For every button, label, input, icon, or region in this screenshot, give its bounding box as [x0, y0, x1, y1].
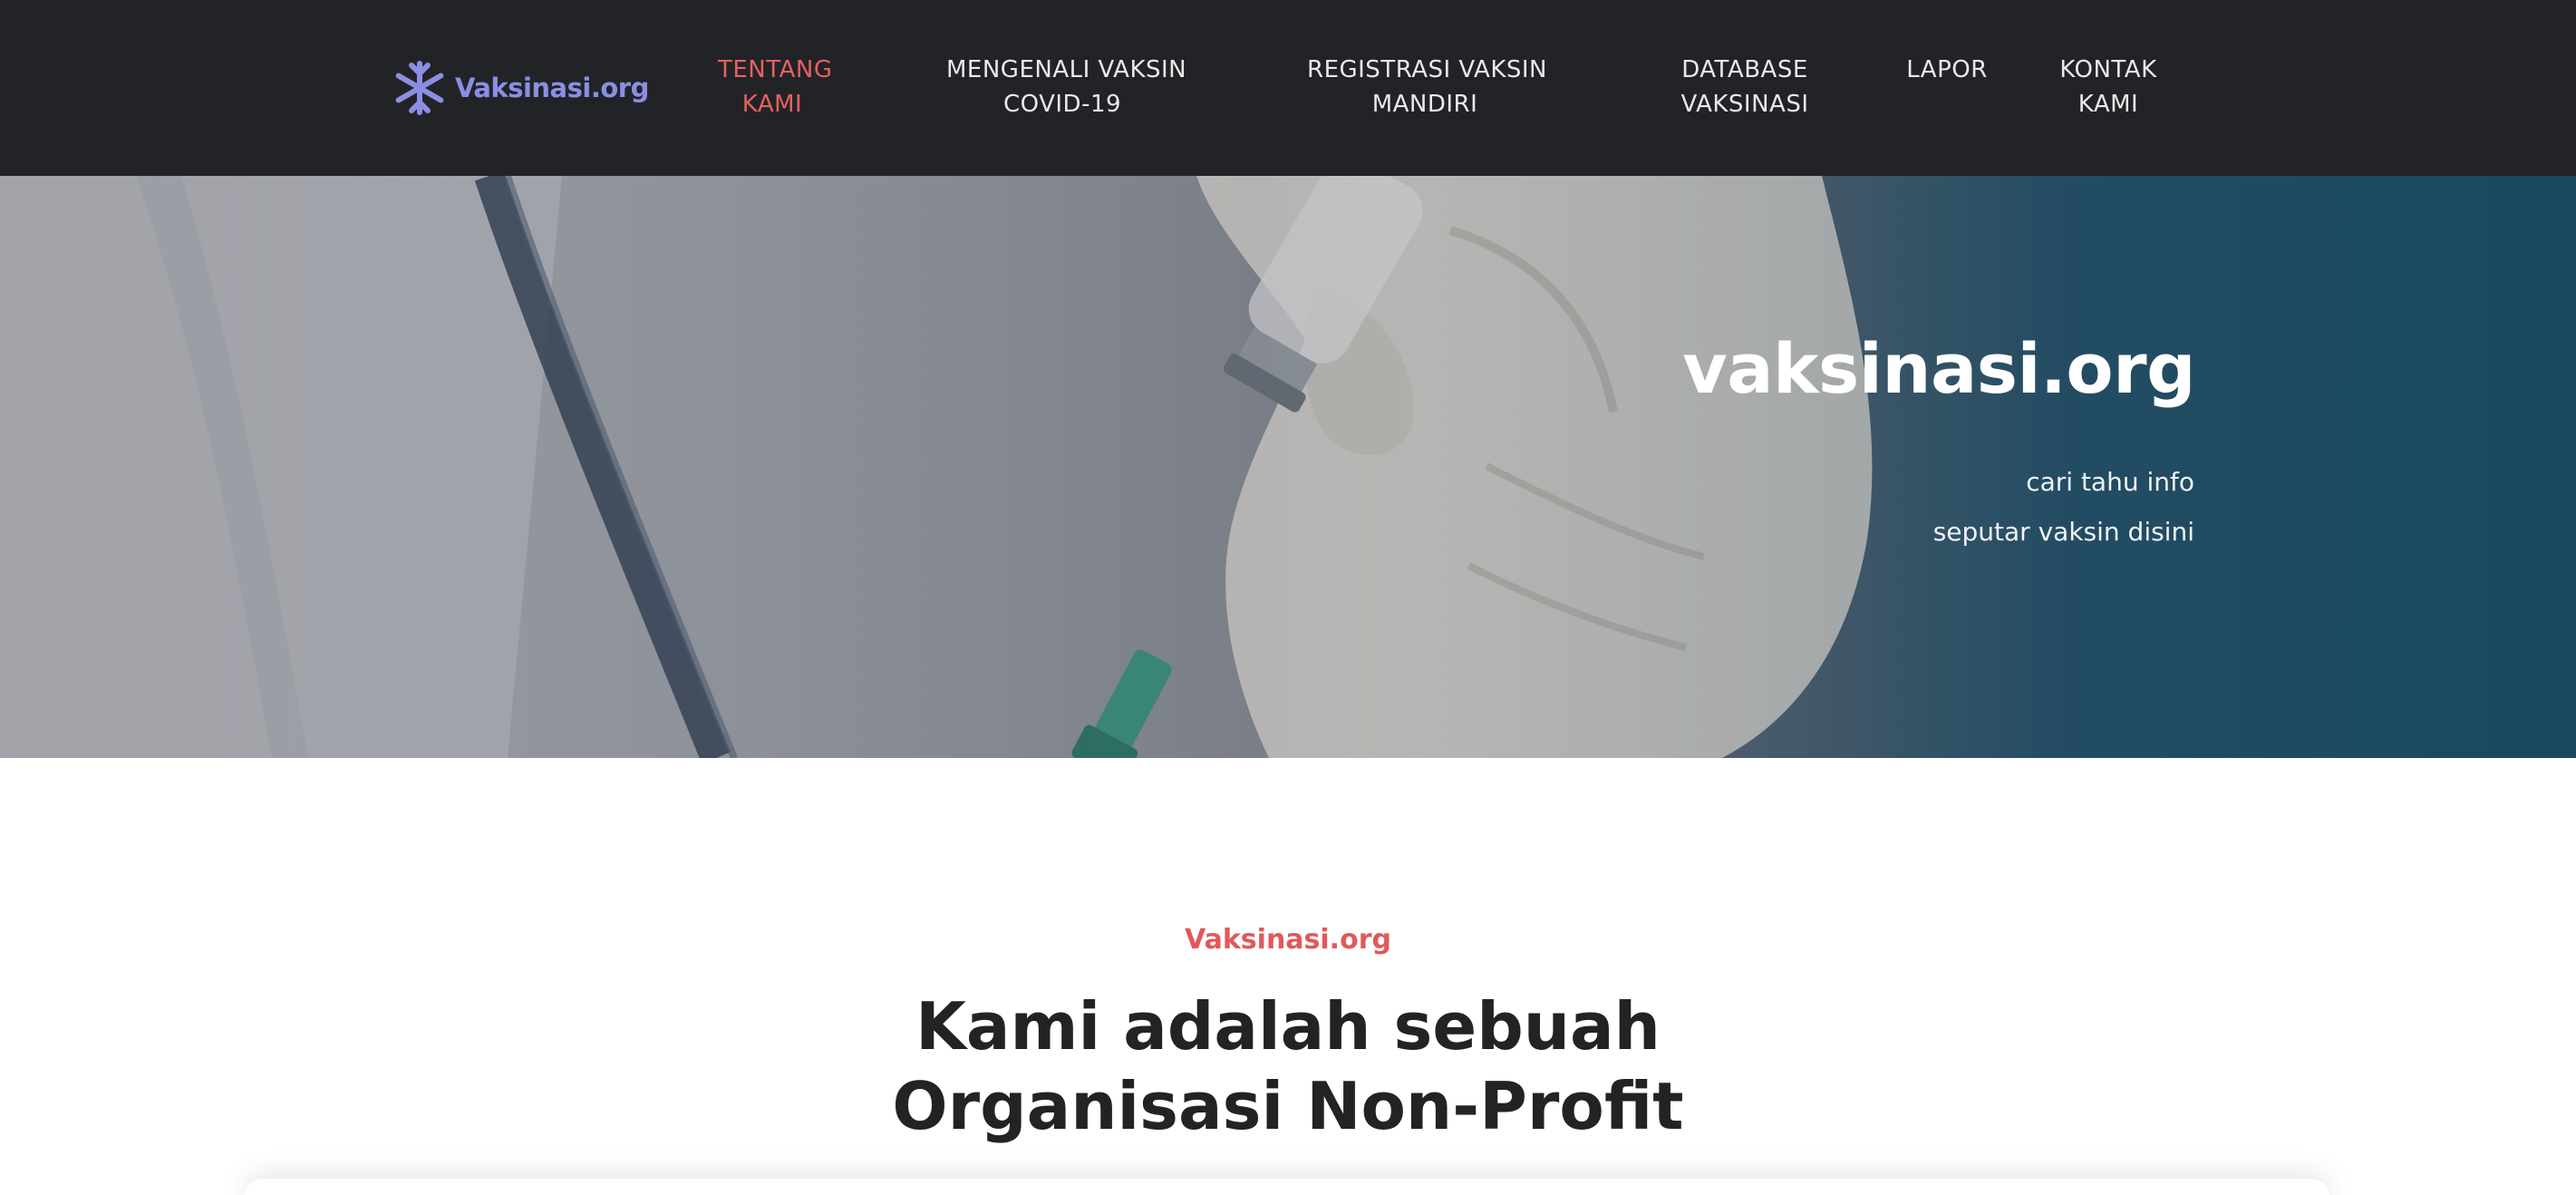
content-card-edge — [245, 1179, 2329, 1195]
hero-title: vaksinasi.org — [1682, 328, 2195, 409]
nav-item-mengenali-vaksin[interactable]: MENGENALI VAKSIN COVID-19 — [946, 53, 1187, 121]
hero-subtitle-line1: cari tahu info — [2026, 467, 2194, 497]
nav-item-tentang-kami[interactable]: TENTANG KAMI — [718, 53, 833, 121]
nav-label-line1: DATABASE — [1681, 56, 1808, 83]
headline-line1: Kami adalah sebuah — [915, 988, 1661, 1064]
section-headline: Kami adalah sebuah Organisasi Non-Profit — [0, 986, 2576, 1146]
hero-banner: vaksinasi.org cari tahu info seputar vak… — [0, 176, 2576, 758]
nav-label-line2: MANDIRI — [1371, 91, 1478, 118]
snowflake-logo-icon — [395, 61, 444, 115]
nav-label-line1: KONTAK — [2059, 56, 2157, 83]
nav-label-line1: MENGENALI VAKSIN — [946, 56, 1187, 83]
headline-line2: Organisasi Non-Profit — [892, 1068, 1684, 1144]
nav-item-registrasi-vaksin[interactable]: REGISTRASI VAKSIN MANDIRI — [1307, 53, 1548, 121]
hero-subtitle: cari tahu info seputar vaksin disini — [1933, 457, 2194, 557]
top-navbar: Vaksinasi.org TENTANG KAMI MENGENALI VAK… — [0, 0, 2576, 176]
nav-item-database-vaksinasi[interactable]: DATABASE VAKSINASI — [1670, 53, 1820, 121]
nav-item-kontak-kami[interactable]: KONTAK KAMI — [2056, 53, 2161, 121]
nav-label-line2: COVID-19 — [1002, 91, 1122, 118]
about-section: Vaksinasi.org Kami adalah sebuah Organis… — [0, 758, 2576, 1195]
brand-logo-link[interactable]: Vaksinasi.org — [390, 56, 649, 120]
nav-label-line1: REGISTRASI VAKSIN — [1307, 56, 1548, 83]
brand-name: Vaksinasi.org — [455, 73, 649, 103]
hero-subtitle-line2: seputar vaksin disini — [1932, 517, 2194, 547]
nav-label-line2: KAMI — [741, 91, 803, 118]
nav-item-lapor[interactable]: LAPOR — [1903, 53, 1990, 87]
section-eyebrow: Vaksinasi.org — [1185, 924, 1391, 956]
nav-label-line2: VAKSINASI — [1680, 91, 1809, 118]
nav-label-line1: LAPOR — [1906, 56, 1988, 83]
nav-label-line2: KAMI — [2077, 91, 2139, 118]
nav-label-line1: TENTANG — [718, 56, 833, 83]
